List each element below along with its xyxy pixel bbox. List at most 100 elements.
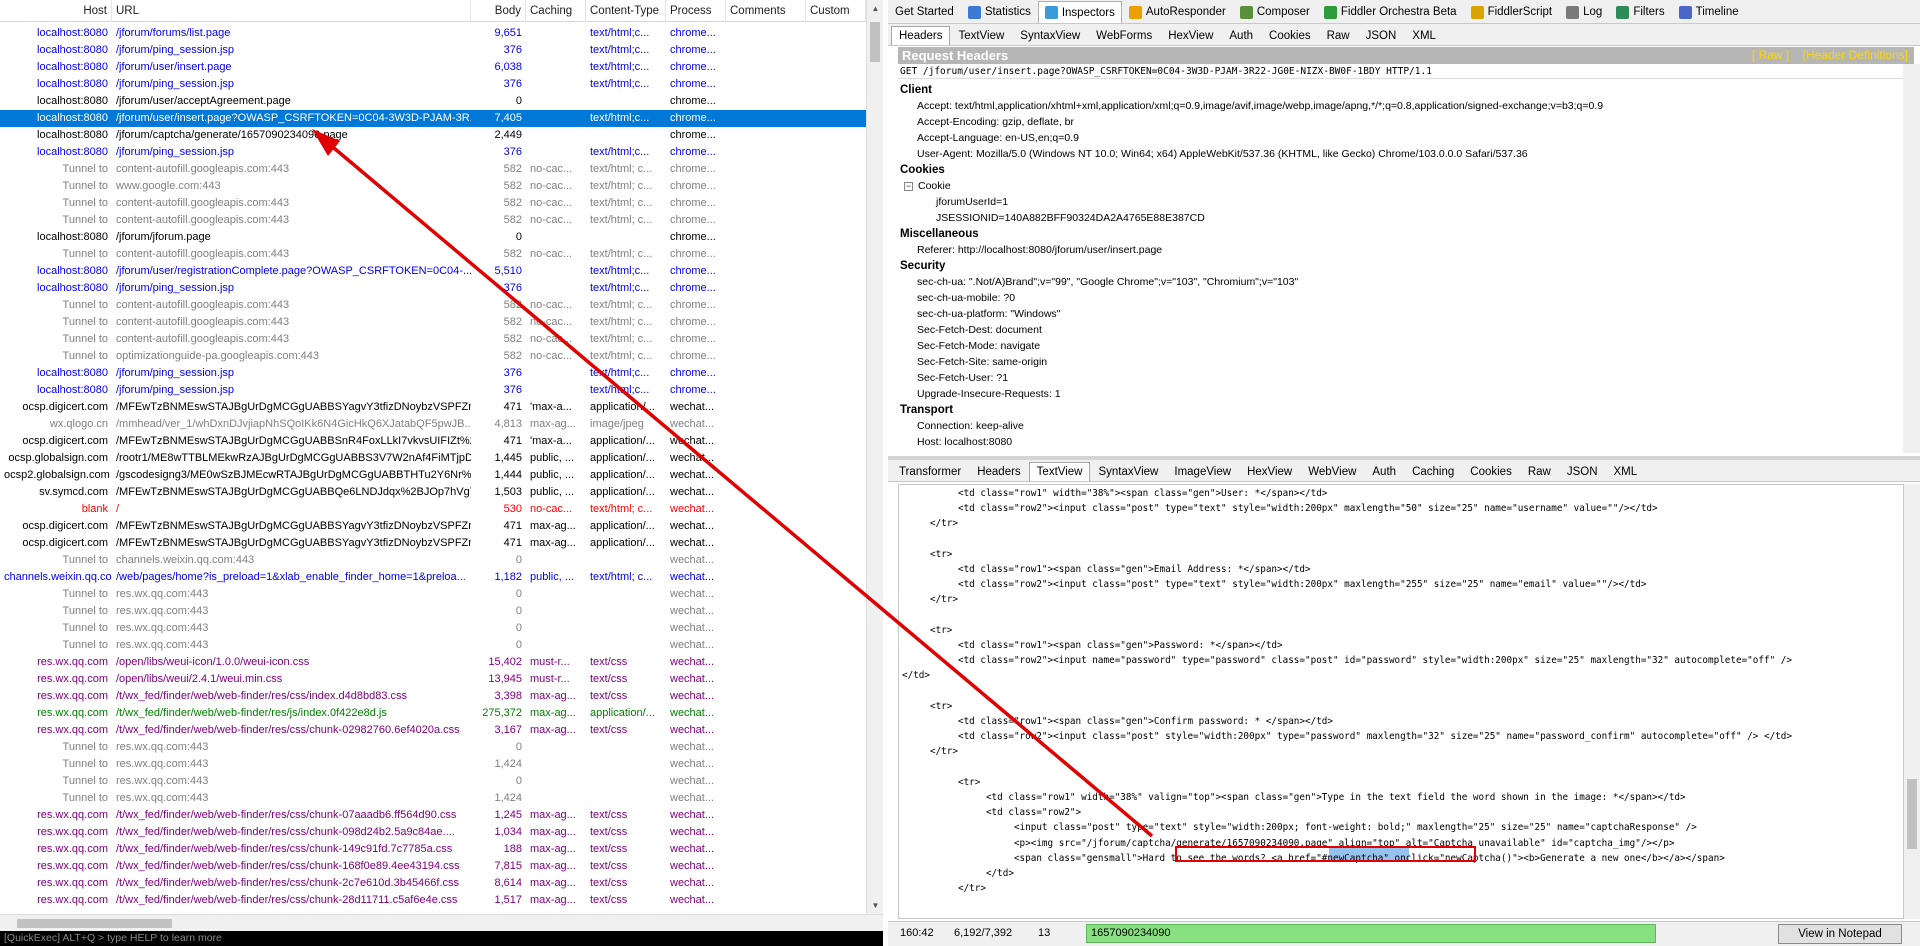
session-row[interactable]: Tunnel to res.wx.qq.com:443 0 wechat...	[0, 603, 866, 620]
session-row[interactable]: Tunnel to www.google.com:443 582 no-cac... t…	[0, 178, 866, 195]
session-row[interactable]: res.wx.qq.com/t/wx_fed/finder/web/web-fi…	[0, 892, 866, 909]
session-row[interactable]: res.wx.qq.com/t/wx_fed/finder/web/web-fi…	[0, 688, 866, 705]
session-row[interactable]: wx.qlogo.cn/mmhead/ver_1/whDxnDJvjiapNhS…	[0, 416, 866, 433]
header-line[interactable]: sec-ch-ua-platform: "Windows"	[898, 306, 1914, 322]
session-row[interactable]: localhost:8080/jforum/ping_session.jsp 37…	[0, 144, 866, 161]
session-row[interactable]: Tunnel to channels.weixin.qq.com:443 0 wech…	[0, 552, 866, 569]
scroll-down-icon[interactable]: ▼	[867, 897, 884, 914]
response-tab-headers[interactable]: Headers	[969, 462, 1028, 481]
session-row[interactable]: res.wx.qq.com/t/wx_fed/finder/web/web-fi…	[0, 705, 866, 722]
header-line[interactable]: Accept: text/html,application/xhtml+xml,…	[898, 98, 1914, 114]
request-tab-cookies[interactable]: Cookies	[1261, 26, 1319, 45]
tab-filters[interactable]: Filters	[1609, 1, 1671, 23]
response-tab-syntaxview[interactable]: SyntaxView	[1090, 462, 1166, 481]
column-header-body[interactable]: Body	[471, 0, 526, 22]
cookie-node[interactable]: − Cookie	[898, 178, 1914, 194]
session-row[interactable]: sv.symcd.com/MFEwTzBNMEswSTAJBgUrDgMCGgU…	[0, 484, 866, 501]
raw-link[interactable]: [ Raw ]	[1752, 48, 1789, 62]
tab-fiddler-orchestra-beta[interactable]: Fiddler Orchestra Beta	[1317, 1, 1464, 23]
cookie-value[interactable]: JSESSIONID=140A882BFF90324DA2A4765E88E38…	[898, 210, 1914, 226]
header-line[interactable]: Upgrade-Insecure-Requests: 1	[898, 386, 1914, 402]
session-row[interactable]: localhost:8080/jforum/user/registrationC…	[0, 263, 866, 280]
response-tab-webview[interactable]: WebView	[1300, 462, 1364, 481]
header-line[interactable]: User-Agent: Mozilla/5.0 (Windows NT 10.0…	[898, 146, 1914, 162]
column-header-content-type[interactable]: Content-Type	[586, 0, 666, 22]
session-row[interactable]: localhost:8080/jforum/ping_session.jsp 37…	[0, 365, 866, 382]
tab-timeline[interactable]: Timeline	[1672, 1, 1746, 23]
session-row[interactable]: Tunnel to res.wx.qq.com:443 0 wechat...	[0, 773, 866, 790]
request-tab-headers[interactable]: Headers	[891, 26, 951, 45]
scroll-thumb[interactable]	[1907, 779, 1917, 849]
header-definitions-link[interactable]: [Header Definitions]	[1803, 48, 1908, 62]
session-row[interactable]: localhost:8080/jforum/jforum.page 0 chrome…	[0, 229, 866, 246]
session-row[interactable]: Tunnel to content-autofill.googleapis.com…	[0, 331, 866, 348]
collapse-icon[interactable]: −	[904, 181, 913, 191]
session-row[interactable]: localhost:8080/jforum/ping_session.jsp 37…	[0, 42, 866, 59]
response-tab-auth[interactable]: Auth	[1364, 462, 1404, 481]
session-row[interactable]: res.wx.qq.com/t/wx_fed/finder/web/web-fi…	[0, 858, 866, 875]
column-header-comments[interactable]: Comments	[726, 0, 806, 22]
session-row[interactable]: res.wx.qq.com/open/libs/weui-icon/1.0.0/…	[0, 654, 866, 671]
tab-inspectors[interactable]: Inspectors	[1037, 1, 1122, 23]
header-line[interactable]: Sec-Fetch-Site: same-origin	[898, 354, 1914, 370]
request-tab-json[interactable]: JSON	[1358, 26, 1405, 45]
session-row[interactable]: Tunnel to res.wx.qq.com:443 0 wechat...	[0, 586, 866, 603]
session-row[interactable]: localhost:8080/jforum/forums/list.page 9,…	[0, 25, 866, 42]
header-line[interactable]: Connection: keep-alive	[898, 418, 1914, 434]
session-row[interactable]: Tunnel to optimizationguide-pa.googleapis…	[0, 348, 866, 365]
scroll-thumb[interactable]	[17, 919, 172, 928]
header-line[interactable]: Referer: http://localhost:8080/jforum/us…	[898, 242, 1914, 258]
session-row[interactable]: Tunnel to content-autofill.googleapis.com…	[0, 246, 866, 263]
header-line[interactable]: Sec-Fetch-Dest: document	[898, 322, 1914, 338]
header-line[interactable]: Sec-Fetch-Mode: navigate	[898, 338, 1914, 354]
session-row[interactable]: Tunnel to content-autofill.googleapis.com…	[0, 212, 866, 229]
request-tab-raw[interactable]: Raw	[1319, 26, 1358, 45]
cookie-value[interactable]: jforumUserId=1	[898, 194, 1914, 210]
session-row[interactable]: blank / 530 no-cac... text/html; c... wechat.…	[0, 501, 866, 518]
find-input[interactable]: 1657090234090	[1086, 924, 1656, 943]
response-tab-cookies[interactable]: Cookies	[1462, 462, 1520, 481]
session-row[interactable]: ocsp.digicert.com/MFEwTzBNMEswSTAJBgUrDg…	[0, 399, 866, 416]
session-row[interactable]: localhost:8080/jforum/user/insert.page 6,…	[0, 59, 866, 76]
session-row[interactable]: Tunnel to res.wx.qq.com:443 0 wechat...	[0, 637, 866, 654]
header-group-security[interactable]: Security	[898, 258, 1914, 274]
session-row[interactable]: res.wx.qq.com/t/wx_fed/finder/web/web-fi…	[0, 722, 866, 739]
response-tab-textview[interactable]: TextView	[1028, 462, 1091, 481]
tab-statistics[interactable]: Statistics	[961, 1, 1038, 23]
session-list-vertical-scrollbar[interactable]: ▲ ▼	[866, 0, 883, 914]
session-row[interactable]: ocsp2.globalsign.com/gscodesigng3/ME0wSz…	[0, 467, 866, 484]
session-row[interactable]: localhost:8080/jforum/user/insert.page?O…	[0, 110, 866, 127]
tab-get-started[interactable]: Get Started	[888, 1, 961, 23]
header-group-cookies[interactable]: Cookies	[898, 162, 1914, 178]
tab-autoresponder[interactable]: AutoResponder	[1122, 1, 1233, 23]
response-tab-json[interactable]: JSON	[1559, 462, 1606, 481]
session-row[interactable]: localhost:8080/jforum/ping_session.jsp 37…	[0, 280, 866, 297]
session-row[interactable]: ocsp.digicert.com/MFEwTzBNMEswSTAJBgUrDg…	[0, 535, 866, 552]
session-row[interactable]: localhost:8080/jforum/user/acceptAgreeme…	[0, 93, 866, 110]
header-line[interactable]: Sec-Fetch-User: ?1	[898, 370, 1914, 386]
session-row[interactable]: Tunnel to res.wx.qq.com:443 1,424 wechat...	[0, 790, 866, 807]
scroll-thumb[interactable]	[870, 22, 880, 62]
session-row[interactable]: channels.weixin.qq.com/web/pages/home?is…	[0, 569, 866, 586]
header-group-client[interactable]: Client	[898, 82, 1914, 98]
header-line[interactable]: sec-ch-ua-mobile: ?0	[898, 290, 1914, 306]
column-header-process[interactable]: Process	[666, 0, 726, 22]
session-row[interactable]: Tunnel to content-autofill.googleapis.com…	[0, 195, 866, 212]
header-line[interactable]: sec-ch-ua: ".Not/A)Brand";v="99", "Googl…	[898, 274, 1914, 290]
request-tab-textview[interactable]: TextView	[950, 26, 1012, 45]
session-row[interactable]: Tunnel to content-autofill.googleapis.com…	[0, 314, 866, 331]
session-row[interactable]: ocsp.digicert.com/MFEwTzBNMEswSTAJBgUrDg…	[0, 433, 866, 450]
request-tab-xml[interactable]: XML	[1404, 26, 1444, 45]
scroll-up-icon[interactable]: ▲	[867, 0, 884, 17]
response-tab-raw[interactable]: Raw	[1520, 462, 1559, 481]
request-tab-auth[interactable]: Auth	[1221, 26, 1261, 45]
request-tab-hexview[interactable]: HexView	[1160, 26, 1221, 45]
session-row[interactable]: Tunnel to content-autofill.googleapis.com…	[0, 297, 866, 314]
session-row[interactable]: res.wx.qq.com/t/wx_fed/finder/web/web-fi…	[0, 875, 866, 892]
session-row[interactable]: localhost:8080/jforum/ping_session.jsp 37…	[0, 76, 866, 93]
session-row[interactable]: res.wx.qq.com/t/wx_fed/finder/web/web-fi…	[0, 824, 866, 841]
response-tab-xml[interactable]: XML	[1606, 462, 1646, 481]
session-row[interactable]: res.wx.qq.com/t/wx_fed/finder/web/web-fi…	[0, 841, 866, 858]
session-row[interactable]: localhost:8080/jforum/ping_session.jsp 37…	[0, 382, 866, 399]
session-row[interactable]: Tunnel to res.wx.qq.com:443 0 wechat...	[0, 739, 866, 756]
